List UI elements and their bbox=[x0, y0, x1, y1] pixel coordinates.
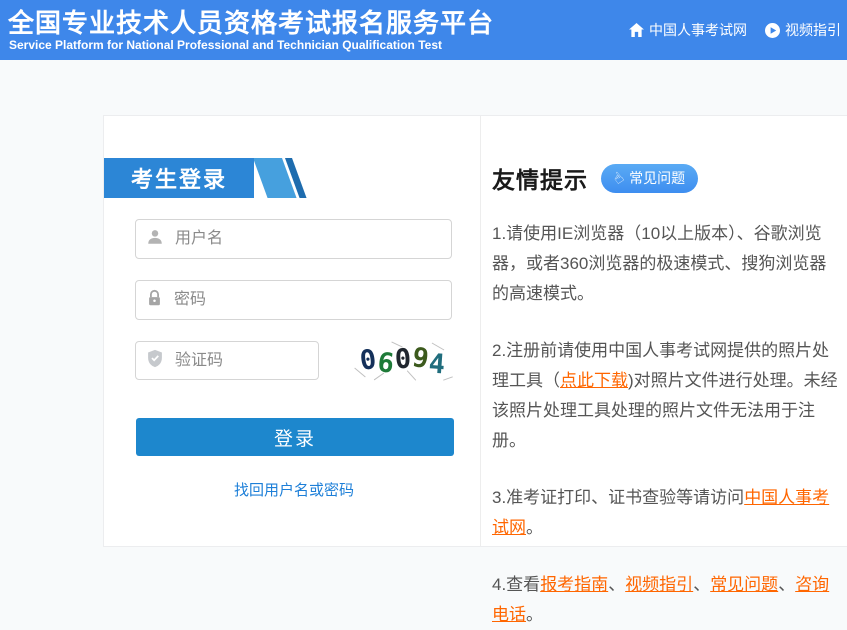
faq-button-label: 常见问题 bbox=[629, 168, 685, 188]
login-button[interactable]: 登录 bbox=[136, 418, 454, 456]
header-links: 中国人事考试网 视频指引 bbox=[629, 20, 841, 40]
forgot-credentials-link[interactable]: 找回用户名或密码 bbox=[234, 482, 354, 499]
candidate-login-banner: 考生登录 bbox=[104, 158, 304, 198]
faq-button[interactable]: ☝ 常见问题 bbox=[601, 164, 698, 193]
banner-title: 考生登录 bbox=[104, 162, 227, 194]
tip-link[interactable]: 视频指引 bbox=[625, 575, 693, 594]
home-icon bbox=[629, 23, 644, 37]
header-link-label: 中国人事考试网 bbox=[649, 20, 747, 40]
tips-list: 1.请使用IE浏览器（10以上版本）、谷歌浏览器，或者360浏览器的极速模式、搜… bbox=[492, 219, 839, 630]
header: 全国专业技术人员资格考试报名服务平台 Service Platform for … bbox=[0, 0, 847, 60]
shield-check-icon bbox=[146, 349, 164, 373]
header-link-cpta-site[interactable]: 中国人事考试网 bbox=[629, 20, 747, 40]
tip-paragraph: 3.准考证打印、证书查验等请访问中国人事考试网。 bbox=[492, 483, 839, 543]
tips-panel: 友情提示 ☝ 常见问题 1.请使用IE浏览器（10以上版本）、谷歌浏览器，或者3… bbox=[481, 116, 847, 546]
captcha-image[interactable]: 06094 bbox=[347, 338, 459, 382]
tip-paragraph: 4.查看报考指南、视频指引、常见问题、咨询电话。 bbox=[492, 570, 839, 630]
captcha-digit: 0 bbox=[394, 345, 412, 373]
tip-paragraph: 2.注册前请使用中国人事考试网提供的照片处理工具（点此下载)对照片文件进行处理。… bbox=[492, 336, 839, 456]
login-panel: 考生登录 bbox=[104, 116, 481, 546]
pointing-hand-icon: ☝ bbox=[610, 169, 626, 186]
tip-paragraph: 1.请使用IE浏览器（10以上版本）、谷歌浏览器，或者360浏览器的极速模式、搜… bbox=[492, 219, 839, 309]
password-input[interactable] bbox=[172, 290, 441, 310]
forgot-row: 找回用户名或密码 bbox=[104, 479, 484, 500]
lock-icon bbox=[146, 289, 163, 312]
header-link-video-guide[interactable]: 视频指引 bbox=[765, 20, 841, 40]
tip-link[interactable]: 报考指南 bbox=[540, 575, 608, 594]
header-link-label: 视频指引 bbox=[785, 20, 841, 40]
captcha-field[interactable] bbox=[135, 341, 319, 380]
user-icon bbox=[146, 228, 164, 251]
page-title: 全国专业技术人员资格考试报名服务平台 bbox=[8, 3, 494, 40]
username-field[interactable] bbox=[135, 219, 452, 259]
page-subtitle: Service Platform for National Profession… bbox=[9, 38, 442, 52]
captcha-input[interactable] bbox=[173, 351, 308, 371]
tip-link[interactable]: 常见问题 bbox=[710, 575, 778, 594]
username-input[interactable] bbox=[173, 229, 441, 249]
main-card: 考生登录 bbox=[103, 115, 847, 547]
banner-ribbon: 考生登录 bbox=[104, 158, 254, 198]
tip-link[interactable]: 中国人事考试网 bbox=[492, 488, 829, 537]
tip-link[interactable]: 点此下载 bbox=[560, 371, 628, 390]
captcha-digit: 4 bbox=[428, 350, 446, 378]
captcha-digit: 6 bbox=[376, 349, 395, 378]
play-icon bbox=[765, 23, 780, 38]
password-field[interactable] bbox=[135, 280, 452, 320]
tips-title: 友情提示 bbox=[492, 161, 588, 195]
captcha-digit: 0 bbox=[359, 345, 379, 374]
tips-header: 友情提示 ☝ 常见问题 bbox=[492, 162, 845, 194]
